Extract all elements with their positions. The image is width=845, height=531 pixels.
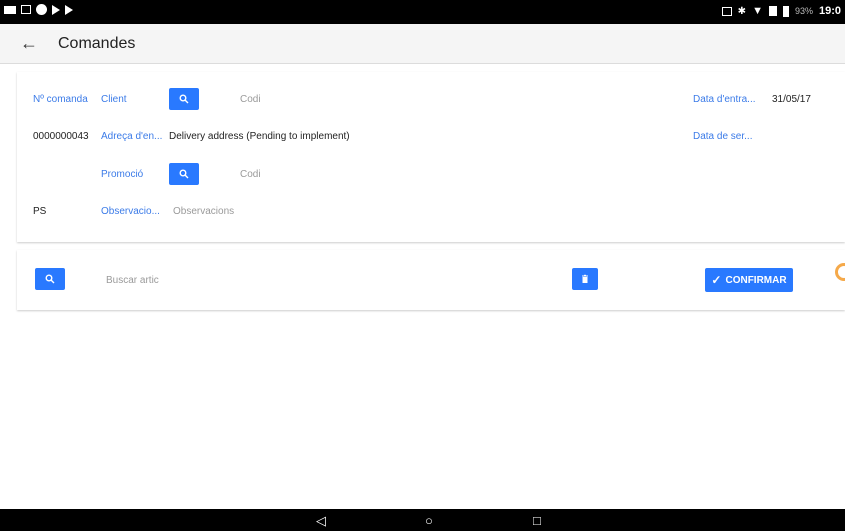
article-search-button[interactable] (35, 268, 65, 290)
status-icons-right: ✱ ▼ 93% 19:0 (721, 5, 841, 17)
cast-icon (721, 6, 732, 16)
back-arrow-icon[interactable]: ← (20, 33, 46, 54)
check-icon: ✓ (711, 273, 722, 287)
bluetooth-icon: ✱ (737, 5, 747, 17)
navigation-bar: ◁ ○ □ (0, 509, 845, 531)
clock: 19:0 (818, 5, 841, 17)
play-store-icon (52, 4, 60, 15)
battery-percent: 93% (794, 6, 813, 16)
observations-label: Observacio... (101, 206, 160, 217)
app-bar: ← Comandes (0, 24, 845, 64)
address-label: Adreça d'en... (101, 131, 163, 142)
status-bar: ✱ ▼ 93% 19:0 (0, 0, 845, 24)
client-code-input[interactable]: Codi (240, 94, 261, 105)
articles-card: Buscar artic ✓ CONFIRMAR (17, 250, 845, 310)
battery-icon (782, 5, 789, 17)
sim-icon (768, 6, 777, 16)
service-date-label[interactable]: Data de ser... (693, 131, 752, 142)
client-search-button[interactable] (169, 88, 199, 110)
delete-button[interactable] (572, 268, 598, 290)
confirm-label: CONFIRMAR (725, 274, 787, 286)
search-icon (179, 169, 189, 179)
image-icon (21, 5, 31, 14)
order-header-card: Nº comanda Client Codi Data d'entra... 3… (17, 72, 845, 242)
entry-date-label: Data d'entra... (693, 94, 756, 105)
wifi-icon: ▼ (752, 5, 763, 17)
chrome-icon (36, 4, 47, 15)
camera-icon (4, 5, 16, 14)
entry-date-value[interactable]: 31/05/17 (772, 94, 811, 105)
order-number-value: 0000000043 (33, 131, 89, 142)
promo-code-input[interactable]: Codi (240, 169, 261, 180)
ps-value: PS (33, 206, 47, 217)
home-icon[interactable]: ○ (425, 513, 433, 528)
address-value: Delivery address (Pending to implement) (169, 131, 350, 142)
recents-icon[interactable]: □ (533, 513, 541, 528)
promo-search-button[interactable] (169, 163, 199, 185)
status-icons-left (4, 4, 73, 15)
back-icon[interactable]: ◁ (316, 513, 326, 529)
trash-icon (582, 274, 588, 283)
client-label: Client (101, 94, 127, 105)
article-search-input[interactable]: Buscar artic (106, 275, 159, 286)
search-icon (179, 94, 189, 104)
order-number-label: Nº comanda (33, 94, 88, 105)
page-title: Comandes (58, 34, 136, 52)
search-icon (45, 274, 55, 284)
confirm-button[interactable]: ✓ CONFIRMAR (705, 268, 793, 292)
promo-label: Promoció (101, 169, 144, 180)
observations-input[interactable]: Observacions (173, 206, 234, 217)
play-store-icon-2 (65, 4, 73, 15)
